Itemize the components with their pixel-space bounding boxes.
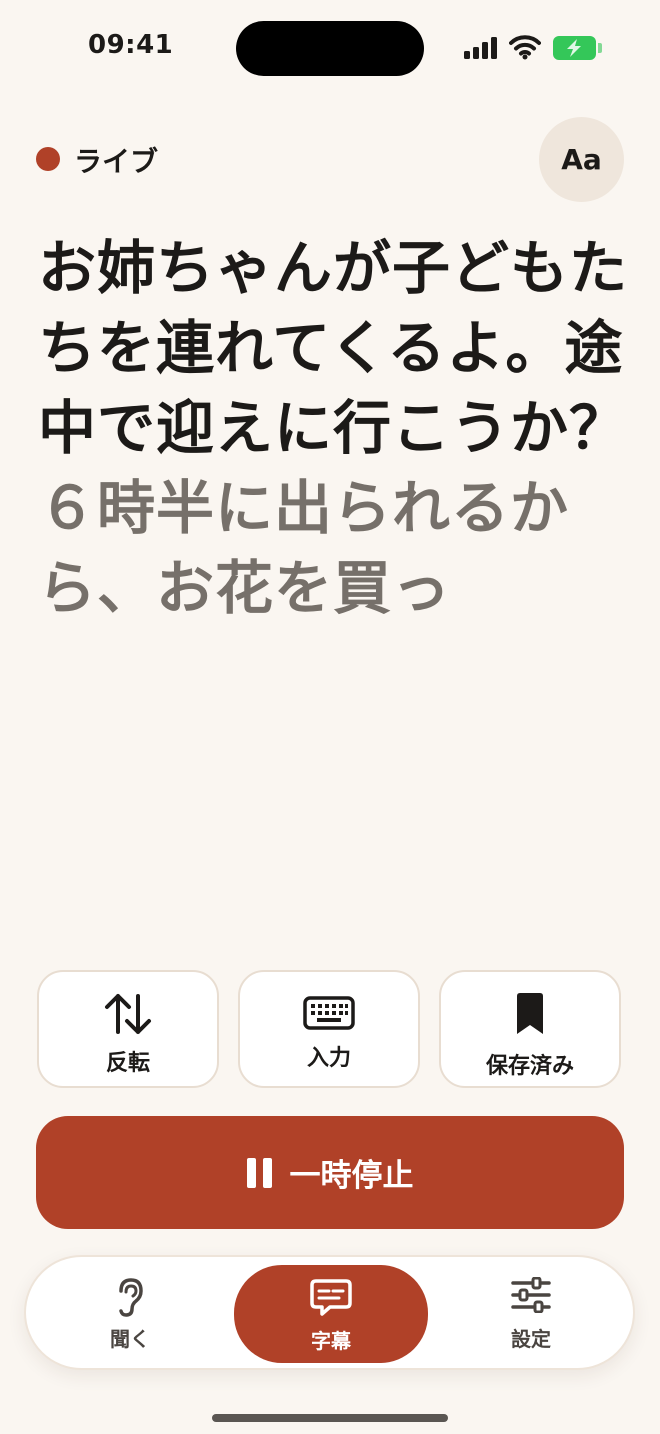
home-indicator bbox=[212, 1414, 448, 1422]
font-size-button[interactable]: Aa bbox=[539, 117, 624, 202]
transcript-interim-text: ６時半に出られるから、お花を買っ bbox=[38, 474, 570, 622]
transcript-final-text: お姉ちゃんが子どもたちを連れてくるよ。途中で迎えに行こうか？ bbox=[38, 234, 629, 462]
wifi-icon bbox=[509, 35, 541, 60]
live-transcript: お姉ちゃんが子どもたちを連れてくるよ。途中で迎えに行こうか？６時半に出られるから… bbox=[38, 228, 628, 628]
tab-listen[interactable]: 聞く bbox=[40, 1257, 220, 1368]
sliders-icon bbox=[511, 1277, 551, 1313]
pause-icon bbox=[246, 1157, 272, 1188]
saved-button-label: 保存済み bbox=[485, 1054, 574, 1079]
tab-settings[interactable]: 設定 bbox=[441, 1257, 621, 1368]
saved-button[interactable]: 保存済み bbox=[439, 970, 621, 1088]
dynamic-island bbox=[236, 21, 424, 76]
battery-icon bbox=[553, 36, 596, 60]
tab-bar: 聞く 字幕 設定 bbox=[24, 1255, 635, 1370]
pause-button-label: 一時停止 bbox=[289, 1158, 414, 1194]
live-label: ライブ bbox=[74, 145, 159, 178]
live-indicator-dot bbox=[36, 147, 60, 171]
tab-listen-label: 聞く bbox=[110, 1327, 150, 1351]
flip-button-label: 反転 bbox=[105, 1051, 150, 1076]
bookmark-icon bbox=[517, 993, 543, 1034]
flip-button[interactable]: 反転 bbox=[37, 970, 219, 1088]
battery-nub bbox=[598, 43, 602, 53]
cellular-signal-icon bbox=[464, 37, 497, 59]
keyboard-icon bbox=[303, 996, 355, 1030]
tab-captions-label: 字幕 bbox=[311, 1329, 351, 1353]
tab-settings-label: 設定 bbox=[511, 1327, 551, 1351]
ear-icon bbox=[119, 1278, 143, 1317]
status-time: 09:41 bbox=[88, 30, 174, 60]
tab-captions[interactable]: 字幕 bbox=[234, 1265, 428, 1363]
input-button-label: 入力 bbox=[306, 1046, 351, 1071]
charging-bolt-icon bbox=[567, 39, 581, 57]
input-button[interactable]: 入力 bbox=[238, 970, 420, 1088]
pause-button[interactable]: 一時停止 bbox=[36, 1116, 624, 1229]
swap-vertical-icon bbox=[105, 994, 151, 1034]
caption-bubble-icon bbox=[310, 1279, 352, 1316]
